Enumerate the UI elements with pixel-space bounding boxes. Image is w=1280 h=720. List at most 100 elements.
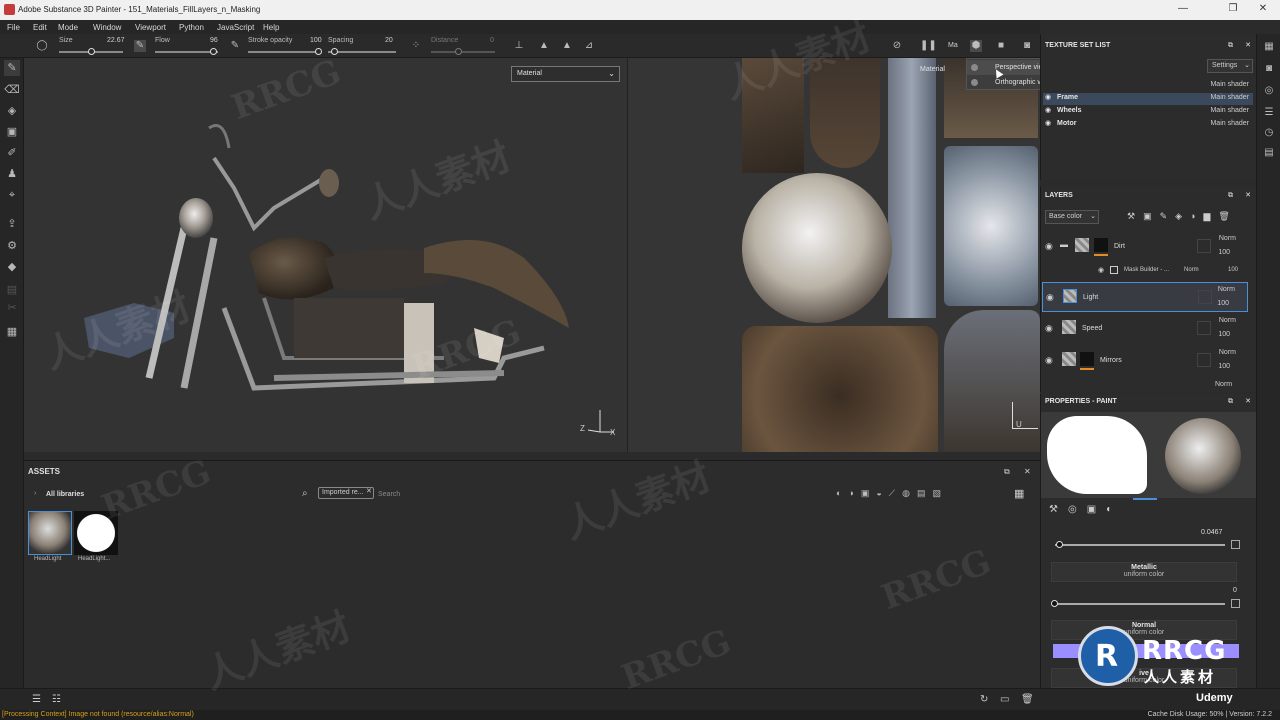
- camera-mode-icon[interactable]: ⬢: [970, 40, 982, 52]
- pause-icon[interactable]: ❚❚: [920, 40, 937, 52]
- value-readout[interactable]: 0.0467: [1201, 529, 1222, 536]
- new-folder-icon[interactable]: ▭: [1000, 694, 1009, 705]
- clone-icon[interactable]: ♟: [4, 166, 20, 182]
- camera-icon[interactable]: ■: [995, 40, 1007, 52]
- eye-icon[interactable]: ◉: [1045, 355, 1053, 366]
- size-value[interactable]: 22.67: [107, 37, 125, 44]
- eye-icon[interactable]: ◉: [1046, 292, 1054, 303]
- spacing-slider[interactable]: [328, 51, 396, 53]
- ruler-icon[interactable]: ✂: [4, 300, 20, 316]
- library-selector[interactable]: All libraries: [46, 491, 84, 498]
- menu-window[interactable]: Window: [93, 23, 121, 32]
- metallic-value[interactable]: 0: [1233, 587, 1237, 594]
- mask-builder-row[interactable]: ◉ Mask Builder - ... Norm 100: [1042, 264, 1248, 278]
- blend-mode[interactable]: Norm: [1219, 317, 1236, 324]
- popout-icon[interactable]: ⧉: [1228, 38, 1233, 54]
- viewer-settings-icon[interactable]: ☰: [1262, 106, 1276, 120]
- doc-icon[interactable]: ▦: [4, 324, 20, 340]
- metallic-slider-knob[interactable]: [1051, 600, 1058, 607]
- distance-slider-knob[interactable]: [455, 48, 462, 55]
- stroke-opacity-slider[interactable]: [248, 51, 321, 53]
- asset-thumb-headlight-mask[interactable]: [74, 511, 118, 555]
- menu-viewport[interactable]: Viewport: [135, 23, 166, 32]
- minimize-button[interactable]: —: [1176, 3, 1190, 17]
- material-picker-icon[interactable]: ◆: [4, 259, 20, 275]
- blend-mode[interactable]: Norm: [1219, 235, 1236, 242]
- blend-mode[interactable]: Norm: [1184, 267, 1199, 273]
- shader-settings-icon[interactable]: ◎: [1262, 84, 1276, 98]
- smudge-icon[interactable]: ✐: [4, 145, 20, 161]
- eye-icon[interactable]: ◉: [1045, 323, 1053, 334]
- popout-icon[interactable]: ⧉: [1228, 188, 1233, 204]
- spacing-value[interactable]: 20: [385, 37, 393, 44]
- opacity-value[interactable]: 100: [1218, 249, 1230, 256]
- layer-row-light[interactable]: ◉ Light Norm 100: [1042, 282, 1248, 312]
- random-icon[interactable]: [1231, 540, 1240, 549]
- projection-icon[interactable]: ▲: [561, 40, 573, 52]
- view-mode-short[interactable]: Ma: [948, 42, 958, 49]
- flow-slider[interactable]: [155, 51, 218, 53]
- texture-set-icon[interactable]: ▦: [1262, 40, 1276, 54]
- properties-tabs[interactable]: ⚒◎▣◐: [1049, 504, 1169, 516]
- search-input[interactable]: Search: [378, 491, 400, 498]
- blend-mode[interactable]: Norm: [1219, 349, 1236, 356]
- axis-icon[interactable]: ⊿: [583, 40, 595, 52]
- projection-tool-icon[interactable]: ◈: [4, 103, 20, 119]
- viewport-2d[interactable]: Material U: [628, 58, 1040, 452]
- distance-value[interactable]: 0: [490, 37, 494, 44]
- log-icon[interactable]: ▤: [1262, 146, 1276, 160]
- stroke-opacity-value[interactable]: 100: [310, 37, 322, 44]
- menu-mode[interactable]: Mode: [58, 23, 78, 32]
- menu-help[interactable]: Help: [263, 23, 279, 32]
- delete-icon[interactable]: 🗑: [1021, 694, 1034, 705]
- restore-button[interactable]: ❐: [1226, 3, 1240, 17]
- grid-view-icon[interactable]: ▦: [1014, 487, 1024, 500]
- size-slider-knob[interactable]: [88, 48, 95, 55]
- viewport-2d-material-label[interactable]: Material: [920, 66, 945, 73]
- random-icon[interactable]: [1231, 599, 1240, 608]
- metallic-channel-box[interactable]: Metallic uniform color: [1051, 562, 1237, 582]
- layer-toolbar-icons[interactable]: ⚒▣✎◈◑▆🗑: [1127, 211, 1253, 223]
- tiling-icon[interactable]: ▲: [538, 40, 550, 52]
- close-icon[interactable]: ✕: [1245, 188, 1251, 204]
- refresh-icon[interactable]: ↻: [980, 694, 988, 705]
- display-settings-icon[interactable]: ◙: [1262, 62, 1276, 76]
- property-slider[interactable]: [1055, 544, 1225, 546]
- blend-mode[interactable]: Norm: [1215, 381, 1232, 388]
- close-icon[interactable]: ✕: [1245, 394, 1251, 410]
- layer-row-dirt[interactable]: ◉ ▬ Dirt Norm 100: [1042, 232, 1248, 262]
- menu-edit[interactable]: Edit: [33, 23, 47, 32]
- polygon-fill-icon[interactable]: ▣: [4, 124, 20, 140]
- flow-icon[interactable]: ✎: [134, 40, 146, 52]
- viewport-3d[interactable]: Z X: [24, 58, 628, 452]
- viewport-material-select[interactable]: Material ⌄: [511, 66, 620, 82]
- eye-icon[interactable]: ◉: [1045, 93, 1051, 101]
- layer-row-mirrors[interactable]: ◉ Mirrors Norm 100: [1042, 346, 1248, 376]
- texture-set-row[interactable]: Main shader: [1043, 80, 1253, 92]
- close-icon[interactable]: ✕: [1245, 38, 1251, 54]
- blend-mode[interactable]: Norm: [1218, 286, 1235, 293]
- asset-thumb-headlight[interactable]: [28, 511, 72, 555]
- opacity-value[interactable]: 100: [1217, 300, 1229, 307]
- eye-icon[interactable]: ◉: [1045, 119, 1051, 127]
- menu-file[interactable]: File: [7, 23, 20, 32]
- texture-set-row-frame[interactable]: ◉ Frame Main shader: [1043, 93, 1253, 105]
- popout-icon[interactable]: ⧉: [1004, 467, 1010, 477]
- opacity-value[interactable]: 100: [1218, 363, 1230, 370]
- spacing-slider-knob[interactable]: [331, 48, 338, 55]
- geometry-icon[interactable]: ⚙: [4, 238, 20, 254]
- symmetry-icon[interactable]: ⊥: [513, 40, 525, 52]
- hide-icon[interactable]: ⊘: [891, 40, 903, 52]
- popout-icon[interactable]: ⧉: [1228, 394, 1233, 410]
- opacity-value[interactable]: 100: [1228, 267, 1238, 273]
- color-picker-icon[interactable]: ⌖: [4, 187, 20, 203]
- channel-select[interactable]: Base color ⌄: [1045, 210, 1099, 224]
- distance-slider[interactable]: [431, 51, 495, 53]
- texture-set-row-wheels[interactable]: ◉ Wheels Main shader: [1043, 106, 1253, 118]
- eye-icon[interactable]: ◉: [1045, 106, 1051, 114]
- property-slider-knob[interactable]: [1056, 541, 1063, 548]
- measure-icon[interactable]: ▤: [4, 282, 20, 298]
- paint-brush-icon[interactable]: ✎: [4, 60, 20, 76]
- layer-row-speed[interactable]: ◉ Speed Norm 100: [1042, 314, 1248, 344]
- lazy-mouse-icon[interactable]: ⁘: [410, 40, 422, 52]
